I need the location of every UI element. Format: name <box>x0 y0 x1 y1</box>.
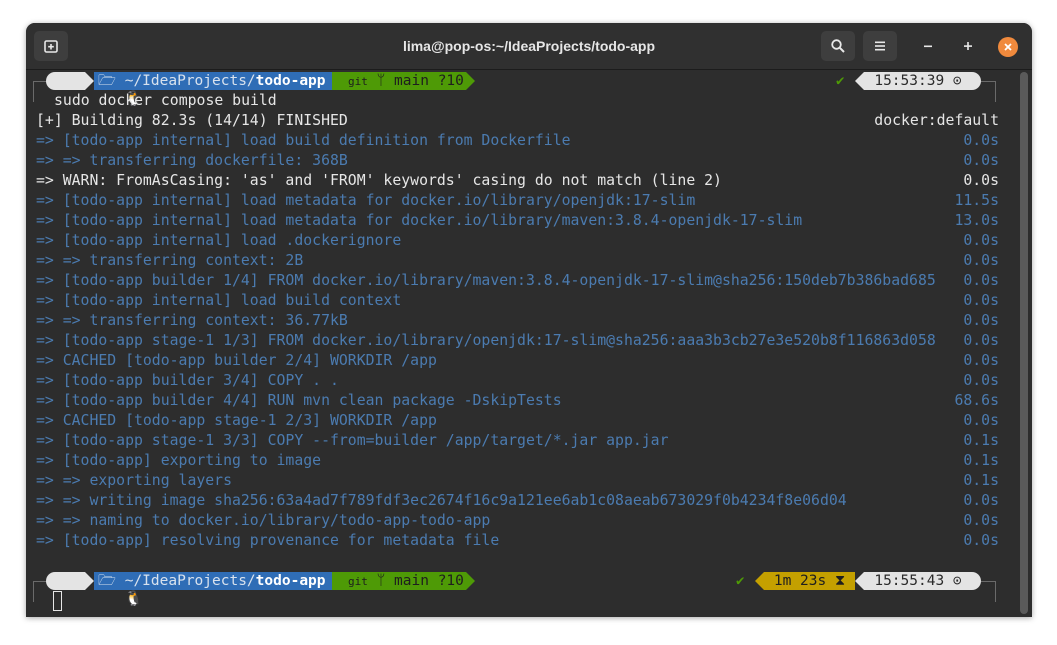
build-driver: docker:default <box>874 112 999 129</box>
new-tab-icon <box>44 40 58 53</box>
log-duration: 68.6s <box>954 392 999 409</box>
os-segment: 🐧 <box>55 572 143 607</box>
search-button[interactable] <box>821 31 855 61</box>
log-line: => => writing image sha256:63a4ad7f789fd… <box>36 492 847 509</box>
log-duration: 0.1s <box>963 432 999 449</box>
folder-icon: 🗁 <box>98 573 116 589</box>
log-line: => WARN: FromAsCasing: 'as' and 'FROM' k… <box>36 172 722 189</box>
log-duration: 0.0s <box>963 512 999 529</box>
success-check-icon: ✔ <box>836 73 845 89</box>
log-line: => [todo-app stage-1 1/3] FROM docker.io… <box>36 332 936 349</box>
log-duration: 0.0s <box>963 152 999 169</box>
log-line: => [todo-app internal] load metadata for… <box>36 212 803 229</box>
prompt-line-2: 🐧 🗁 ~/IdeaProjects/todo-app git ᛘ main ?… <box>26 571 1032 607</box>
terminal-window: lima@pop-os:~/IdeaProjects/todo-app 🐧 🗁 … <box>26 23 1032 617</box>
log-line: => => naming to docker.io/library/todo-a… <box>36 512 491 529</box>
clock-icon: ⊙ <box>952 73 962 89</box>
log-line: => CACHED [todo-app stage-1 2/3] WORKDIR… <box>36 412 437 429</box>
log-duration: 0.0s <box>963 232 999 249</box>
log-duration: 0.0s <box>963 412 999 429</box>
command-line: sudo docker compose build <box>54 92 277 109</box>
log-duration: 13.0s <box>954 212 999 229</box>
git-icon: git <box>348 575 368 588</box>
hamburger-menu-icon <box>875 41 885 51</box>
log-line: => => exporting layers <box>36 472 232 489</box>
log-duration: 11.5s <box>954 192 999 209</box>
scrollbar[interactable] <box>1020 72 1028 614</box>
clock-icon: ⊙ <box>952 573 962 589</box>
hourglass-icon: ⧗ <box>834 573 846 589</box>
log-duration: 0.0s <box>963 312 999 329</box>
log-duration: 0.0s <box>963 172 999 189</box>
directory-segment: 🗁 ~/IdeaProjects/todo-app <box>94 572 332 590</box>
minimize-icon <box>924 45 932 48</box>
os-segment: 🐧 <box>55 72 143 107</box>
log-line: => [todo-app builder 1/4] FROM docker.io… <box>36 272 936 289</box>
new-tab-button[interactable] <box>34 31 68 61</box>
log-line: => => transferring context: 36.77kB <box>36 312 348 329</box>
linux-penguin-icon: 🐧 <box>124 591 143 607</box>
search-icon <box>831 39 845 53</box>
terminal-output[interactable]: 🐧 🗁 ~/IdeaProjects/todo-app git ᛘ main ?… <box>26 70 1032 617</box>
dir-name: todo-app <box>255 573 326 589</box>
build-header: [+] Building 82.3s (14/14) FINISHED <box>36 112 348 129</box>
log-duration: 0.0s <box>963 532 999 549</box>
log-duration: 0.0s <box>963 492 999 509</box>
time-segment: 15:55:43 ⊙ <box>864 572 972 590</box>
prompt-line-1: 🐧 🗁 ~/IdeaProjects/todo-app git ᛘ main ?… <box>26 71 1032 107</box>
log-line: => [todo-app internal] load build defini… <box>36 132 571 149</box>
log-line: => CACHED [todo-app builder 2/4] WORKDIR… <box>36 352 437 369</box>
log-duration: 0.0s <box>963 132 999 149</box>
log-line: => [todo-app builder 3/4] COPY . . <box>36 372 339 389</box>
title-bar: lima@pop-os:~/IdeaProjects/todo-app <box>26 23 1032 70</box>
close-button[interactable] <box>998 37 1018 57</box>
maximize-button[interactable] <box>953 31 983 61</box>
git-segment: git ᛘ main ?10 <box>332 572 466 590</box>
log-line: => [todo-app stage-1 3/3] COPY --from=bu… <box>36 432 669 449</box>
prompt-time: 15:55:43 <box>874 573 945 589</box>
log-duration: 0.0s <box>963 372 999 389</box>
close-icon <box>1004 43 1012 51</box>
menu-button[interactable] <box>863 31 897 61</box>
branch-icon: ᛘ <box>376 573 386 589</box>
dir-prefix: ~/IdeaProjects/ <box>124 573 256 589</box>
prompt-time: 15:53:39 <box>874 73 945 89</box>
log-line: => [todo-app] exporting to image <box>36 452 322 469</box>
log-duration: 0.0s <box>963 292 999 309</box>
log-line: => [todo-app internal] load .dockerignor… <box>36 232 402 249</box>
git-segment: git ᛘ main ?10 <box>332 72 466 90</box>
git-branch-status: main ?10 <box>394 73 464 89</box>
log-duration: 0.0s <box>963 352 999 369</box>
duration-segment: 1m 23s ⧗ <box>764 572 855 590</box>
log-line: => [todo-app] resolving provenance for m… <box>36 532 500 549</box>
log-line: => [todo-app internal] load metadata for… <box>36 192 696 209</box>
dir-prefix: ~/IdeaProjects/ <box>124 73 256 89</box>
minimize-button[interactable] <box>913 31 943 61</box>
git-branch-status: main ?10 <box>394 573 464 589</box>
log-line: => [todo-app builder 4/4] RUN mvn clean … <box>36 392 562 409</box>
time-segment: 15:53:39 ⊙ <box>864 72 972 90</box>
log-duration: 0.0s <box>963 252 999 269</box>
log-line: => [todo-app internal] load build contex… <box>36 292 402 309</box>
log-line: => => transferring dockerfile: 368B <box>36 152 348 169</box>
dir-name: todo-app <box>255 73 326 89</box>
log-duration: 0.1s <box>963 452 999 469</box>
log-duration: 0.0s <box>963 332 999 349</box>
command-duration: 1m 23s <box>773 573 827 589</box>
git-icon: git <box>348 75 368 88</box>
text-cursor <box>53 591 62 611</box>
branch-icon: ᛘ <box>376 73 386 89</box>
directory-segment: 🗁 ~/IdeaProjects/todo-app <box>94 72 332 90</box>
folder-icon: 🗁 <box>98 73 116 89</box>
log-duration: 0.1s <box>963 472 999 489</box>
maximize-icon <box>964 42 972 50</box>
log-duration: 0.0s <box>963 272 999 289</box>
success-check-icon: ✔ <box>736 573 745 589</box>
log-line: => => transferring context: 2B <box>36 252 304 269</box>
